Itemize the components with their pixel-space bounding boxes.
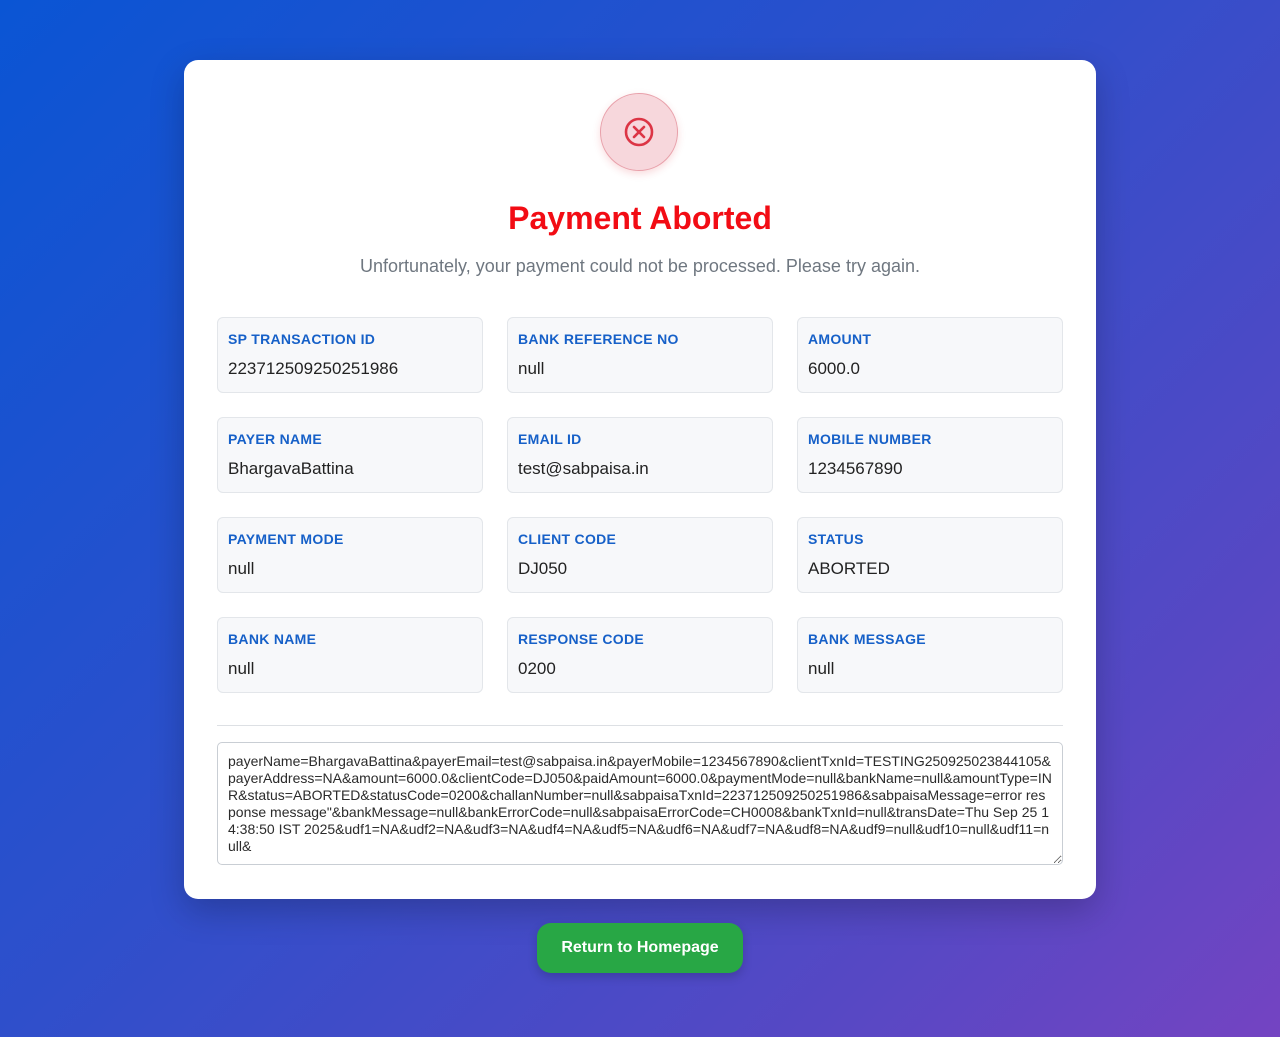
field-label: RESPONSE CODE <box>518 631 645 647</box>
field-value: ABORTED <box>808 559 890 578</box>
field-email-id: EMAIL ID test@sabpaisa.in <box>507 417 773 493</box>
field-value: 223712509250251986 <box>228 359 399 378</box>
field-label: SP TRANSACTION ID <box>228 331 376 347</box>
return-to-homepage-button[interactable]: Return to Homepage <box>537 923 743 973</box>
field-label: AMOUNT <box>808 331 872 347</box>
field-value: BhargavaBattina <box>228 459 354 478</box>
field-payment-mode: PAYMENT MODE null <box>217 517 483 593</box>
field-bank-message: BANK MESSAGE null <box>797 617 1063 693</box>
field-value: 0200 <box>518 659 556 678</box>
field-response-code: RESPONSE CODE 0200 <box>507 617 773 693</box>
page-title: Payment Aborted <box>508 200 772 236</box>
field-label: MOBILE NUMBER <box>808 431 932 447</box>
field-status: STATUS ABORTED <box>797 517 1063 593</box>
field-value: null <box>228 659 255 678</box>
field-label: CLIENT CODE <box>518 531 617 547</box>
section-divider <box>217 725 1063 726</box>
field-label: EMAIL ID <box>518 431 582 447</box>
field-value: null <box>518 359 545 378</box>
field-value: null <box>808 659 835 678</box>
payment-result-card: Payment Aborted Unfortunately, your paym… <box>184 60 1096 899</box>
field-label: BANK NAME <box>228 631 317 647</box>
field-value: 1234567890 <box>808 459 903 478</box>
field-mobile-number: MOBILE NUMBER 1234567890 <box>797 417 1063 493</box>
field-value: DJ050 <box>518 559 568 578</box>
field-label: STATUS <box>808 531 864 547</box>
field-label: BANK REFERENCE NO <box>518 331 679 347</box>
field-sp-transaction-id: SP TRANSACTION ID 223712509250251986 <box>217 317 483 393</box>
field-value: null <box>228 559 255 578</box>
page-subtitle: Unfortunately, your payment could not be… <box>360 256 920 276</box>
transaction-details-grid: SP TRANSACTION ID 223712509250251986 BAN… <box>217 317 1063 693</box>
raw-response-textarea[interactable]: payerName=BhargavaBattina&payerEmail=tes… <box>217 742 1063 865</box>
field-value: test@sabpaisa.in <box>518 459 649 478</box>
field-label: BANK MESSAGE <box>808 631 926 647</box>
field-bank-reference-no: BANK REFERENCE NO null <box>507 317 773 393</box>
status-icon-circle <box>600 93 678 171</box>
field-value: 6000.0 <box>808 359 860 378</box>
field-label: PAYMENT MODE <box>228 531 344 547</box>
field-client-code: CLIENT CODE DJ050 <box>507 517 773 593</box>
field-bank-name: BANK NAME null <box>217 617 483 693</box>
field-label: PAYER NAME <box>228 431 323 447</box>
field-amount: AMOUNT 6000.0 <box>797 317 1063 393</box>
field-payer-name: PAYER NAME BhargavaBattina <box>217 417 483 493</box>
x-circle-icon <box>624 117 654 147</box>
